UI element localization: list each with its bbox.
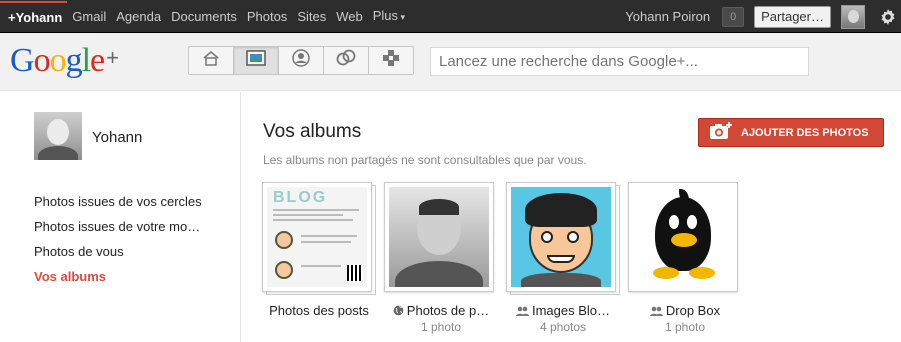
globe-icon [393,305,404,316]
people-icon [649,306,663,316]
album-thumbnail [633,187,733,287]
album-card[interactable]: Drop Box 1 photo [628,182,750,334]
sidebar-item-circles-photos[interactable]: Photos issues de vos cercles [34,194,202,219]
nav-link-photos[interactable]: Photos [242,0,292,33]
album-card[interactable]: BLOG Photos des posts [262,182,384,334]
sidebar-item-phone-photos[interactable]: Photos issues de votre mo… [34,219,202,244]
logo-text: Google [10,42,105,79]
nav-link-sites[interactable]: Sites [292,0,331,33]
nav-profile[interactable] [278,46,324,75]
header: Google+ [0,33,901,91]
sidebar-item-your-albums[interactable]: Vos albums [34,269,202,294]
album-title: Drop Box [665,303,721,318]
album-thumbnail [389,187,489,287]
user-name-link[interactable]: Yohann Poiron [625,9,710,24]
album-thumbnail [511,187,611,287]
sidebar-item-photos-of-you[interactable]: Photos de vous [34,244,202,269]
add-photos-label: AJOUTER DES PHOTOS [741,126,869,139]
sidebar: Yohann Photos issues de vos cercles Phot… [0,92,241,342]
album-count: 1 photo [664,320,706,334]
nav-photos[interactable] [233,46,279,75]
nav-circles[interactable] [323,46,369,75]
nav-link-gmail[interactable]: Gmail [67,0,111,33]
share-button[interactable]: Partager… [754,5,831,28]
nav-link-agenda[interactable]: Agenda [111,0,166,33]
page-subtitle: Les albums non partagés ne sont consulta… [263,153,587,167]
top-right-controls: Yohann Poiron 0 Partager… [625,0,901,33]
page-title: Vos albums [263,121,362,142]
album-title: Photos des posts [269,303,369,318]
home-icon [202,50,220,71]
people-icon [515,306,529,316]
album-card[interactable]: Photos de p… 1 photo [384,182,506,334]
logo-plus: + [106,45,119,70]
album-title: Images Blo… [531,303,611,318]
top-bar: +Yohann Gmail Agenda Documents Photos Si… [0,0,901,33]
stream-nav [188,46,414,75]
nav-games[interactable] [368,46,414,75]
games-icon [382,49,400,72]
top-nav: +Yohann Gmail Agenda Documents Photos Si… [0,0,410,33]
nav-link-documents[interactable]: Documents [166,0,242,33]
nav-home[interactable] [188,46,234,75]
album-count: 1 photo [420,320,462,334]
nav-link-web[interactable]: Web [331,0,368,33]
album-card[interactable]: Images Blo… 4 photos [506,182,628,334]
circles-icon [336,49,356,72]
nav-link-more[interactable]: Plus [368,0,410,34]
main-content: Vos albums Les albums non partagés ne so… [242,92,901,342]
profile-name[interactable]: Yohann [92,129,142,146]
profile-avatar[interactable] [34,112,82,160]
camera-plus-icon [709,121,733,144]
add-photos-button[interactable]: AJOUTER DES PHOTOS [698,118,884,147]
google-plus-logo[interactable]: Google+ [10,42,119,80]
album-title: Photos de p… [406,303,490,318]
account-avatar[interactable] [841,4,865,29]
notification-count[interactable]: 0 [722,6,745,27]
album-thumbnail: BLOG [267,187,367,287]
photos-icon [246,50,266,71]
album-count: 4 photos [539,320,587,334]
search-input[interactable] [430,47,809,76]
photos-menu: Photos issues de vos cercles Photos issu… [34,194,202,294]
gear-icon[interactable] [875,0,901,33]
profile-icon [292,49,310,72]
album-grid: BLOG Photos des posts Photos de p… 1 pho… [262,182,750,334]
nav-link-profile[interactable]: +Yohann [0,1,68,32]
